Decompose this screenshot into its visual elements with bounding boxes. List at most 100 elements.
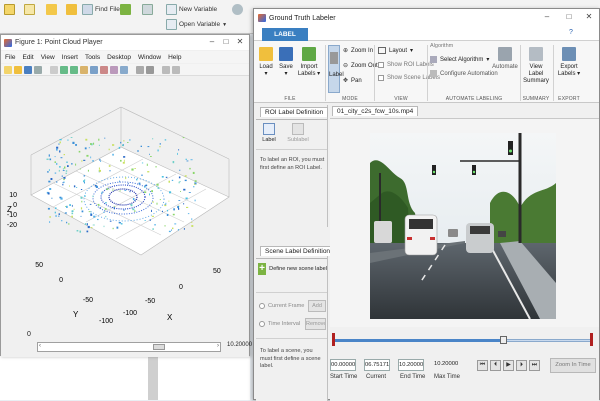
video-frame[interactable] [370, 133, 556, 319]
slider-right-arrow-icon[interactable]: › [217, 343, 219, 349]
zoom-out-button[interactable]: ⊖ Zoom Out [343, 62, 378, 70]
colorbar-icon[interactable] [136, 65, 144, 74]
view-label-summary-button[interactable]: View Label Summary [522, 47, 550, 85]
last-frame-icon[interactable]: ⏭ [529, 360, 540, 371]
sublabel-button-label: Sublabel [287, 137, 309, 143]
dock-icon[interactable] [172, 65, 180, 74]
save-workspace-icon[interactable] [142, 4, 153, 15]
current-frame-radio[interactable]: Current Frame [259, 303, 304, 309]
end-marker[interactable] [590, 333, 593, 346]
scene-panel-tab[interactable]: Scene Label Definition [260, 246, 336, 256]
slider-thumb[interactable] [153, 344, 166, 350]
point-cloud-point [49, 221, 51, 223]
minimize-icon[interactable]: – [205, 37, 219, 46]
start-time-field[interactable]: 00.00000 [330, 359, 356, 371]
print-icon[interactable] [34, 65, 42, 74]
time-interval-radio[interactable]: Time Interval [259, 321, 300, 327]
configure-automation-button[interactable]: Configure Automation [430, 70, 498, 77]
roi-label-button[interactable]: Label [260, 123, 278, 143]
point-cloud-point [119, 190, 121, 192]
point-cloud-point [151, 215, 154, 217]
maximize-icon[interactable]: □ [219, 37, 233, 46]
menu-help[interactable]: Help [168, 54, 181, 61]
automate-button[interactable]: Automate [492, 47, 518, 71]
menu-desktop[interactable]: Desktop [107, 54, 131, 61]
select-algorithm-dropdown[interactable]: Select Algorithm ▾ [430, 56, 489, 63]
save-button[interactable]: Save ▾ [278, 47, 294, 78]
point-cloud-point [90, 227, 93, 229]
new-figure-icon[interactable] [4, 65, 12, 74]
point-cloud-point [64, 212, 67, 214]
tab-label[interactable]: LABEL [262, 28, 308, 41]
end-time-field[interactable]: 10.20000 [398, 359, 424, 371]
load-button[interactable]: Load ▾ [258, 47, 274, 78]
hide-tools-icon[interactable] [162, 65, 170, 74]
legend-icon[interactable] [146, 65, 154, 74]
show-roi-labels-checkbox[interactable]: Show ROI Labels [378, 62, 434, 68]
zoom-out-icon[interactable] [70, 65, 78, 74]
new-variable-button[interactable]: New Variable [166, 4, 217, 15]
current-time-thumb[interactable] [500, 336, 508, 344]
export-labels-button[interactable]: Export Labels ▾ [556, 47, 582, 78]
pan-button[interactable]: ✥ Pan [343, 77, 362, 85]
layout-button[interactable]: Layout ▾ [378, 47, 413, 54]
video-file-tab[interactable]: 01_city_c2s_fcw_10s.mp4 [332, 106, 419, 116]
import-data-icon[interactable] [120, 4, 131, 15]
menu-insert[interactable]: Insert [62, 54, 78, 61]
label-mode-icon [330, 52, 338, 64]
play-icon[interactable]: ▶ [503, 360, 514, 371]
new-icon[interactable] [24, 4, 35, 15]
close-icon[interactable]: ✕ [233, 37, 247, 46]
maximize-icon[interactable]: □ [562, 12, 576, 21]
previous-frame-icon[interactable]: ⏴ [490, 360, 501, 371]
pointer-icon[interactable] [50, 65, 58, 74]
zoom-in-button[interactable]: ⊕ Zoom In [343, 47, 373, 55]
find-files-button[interactable]: Find Files [82, 4, 123, 15]
new-script-icon[interactable] [4, 4, 15, 15]
rotate-3d-icon[interactable] [90, 65, 98, 74]
slider-left-arrow-icon[interactable]: ‹ [39, 343, 41, 349]
roi-panel-tab[interactable]: ROI Label Definition [260, 107, 329, 117]
pcp-window-title: Figure 1: Point Cloud Player [15, 39, 103, 46]
menu-view[interactable]: View [41, 54, 55, 61]
time-slider[interactable] [332, 333, 593, 347]
current-time-field[interactable]: 06.75171 [364, 359, 390, 371]
point-cloud-point [63, 177, 66, 179]
open-file-icon[interactable] [14, 65, 22, 74]
open-icon[interactable] [46, 4, 57, 15]
point-cloud-point [60, 157, 63, 159]
green-light [509, 149, 512, 153]
menu-edit[interactable]: Edit [22, 54, 33, 61]
help-icon[interactable]: ? [569, 29, 573, 36]
remove-scene-button[interactable]: Remove [305, 318, 326, 330]
minimize-icon[interactable]: – [540, 12, 554, 21]
close-icon[interactable]: ✕ [582, 12, 596, 21]
zoom-in-time-button[interactable]: Zoom In Time [550, 358, 596, 373]
point-cloud-point [149, 193, 150, 196]
menu-tools[interactable]: Tools [85, 54, 100, 61]
zoom-in-icon[interactable] [60, 65, 68, 74]
sublabel-button[interactable]: Sublabel [286, 123, 310, 143]
point-cloud-point [59, 166, 61, 168]
data-cursor-icon[interactable] [100, 65, 108, 74]
menu-window[interactable]: Window [138, 54, 161, 61]
open-variable-button[interactable]: Open Variable ▼ [166, 19, 227, 30]
label-mode-button[interactable]: Label [328, 45, 344, 93]
save-icon[interactable] [24, 65, 32, 74]
link-icon[interactable] [120, 65, 128, 74]
import-labels-button[interactable]: Import Labels ▾ [296, 47, 322, 78]
brush-icon[interactable] [110, 65, 118, 74]
first-frame-icon[interactable]: ⏮ [477, 360, 488, 371]
preferences-icon[interactable] [232, 4, 243, 15]
define-scene-label-button[interactable]: + Define new scene label [258, 263, 327, 275]
folder-icon[interactable] [66, 4, 77, 15]
point-cloud-point [80, 196, 83, 199]
add-scene-button[interactable]: Add [308, 300, 326, 312]
next-frame-icon[interactable]: ⏵ [516, 360, 527, 371]
point-cloud-axes[interactable]: Z 10 0 -10 -20 50 0 -50 -100 Y -100 -50 … [1, 77, 249, 327]
menu-file[interactable]: File [5, 54, 15, 61]
start-marker[interactable] [332, 333, 335, 346]
point-cloud-point [59, 150, 61, 153]
playback-slider[interactable]: ‹ › [37, 342, 221, 352]
pan-icon[interactable] [80, 65, 88, 74]
